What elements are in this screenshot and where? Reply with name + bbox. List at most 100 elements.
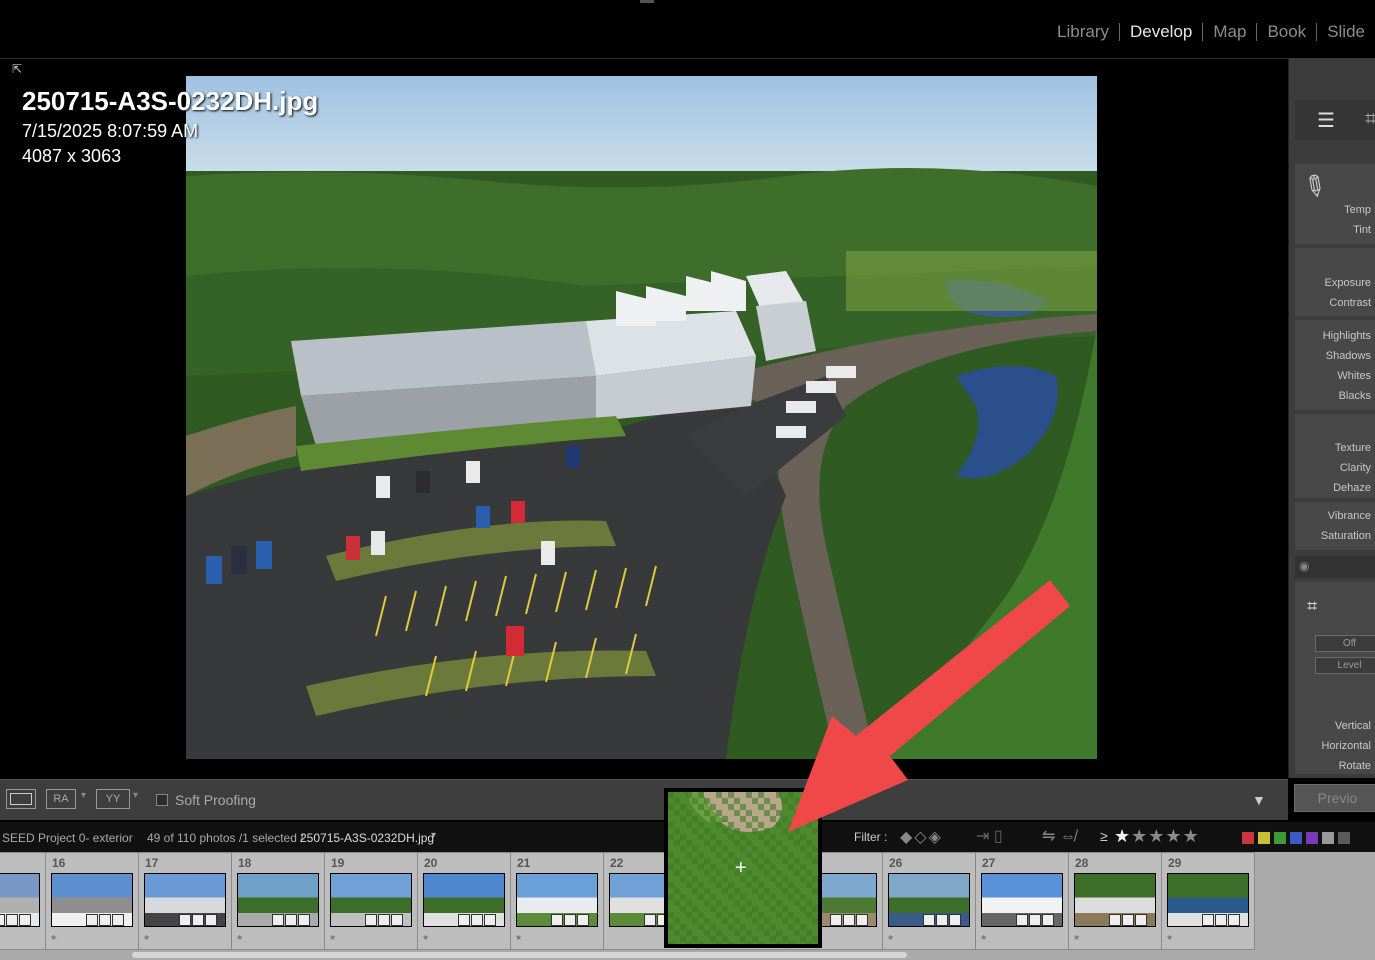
develop-badge-icon[interactable] [949, 914, 961, 926]
metadata-badge-icon[interactable] [6, 914, 18, 926]
loupe-view-button[interactable] [6, 789, 36, 809]
filmstrip-cell[interactable]: 16 ★ [45, 852, 139, 950]
tint-label: Tint [1353, 224, 1371, 236]
previous-button[interactable]: Previo [1294, 784, 1375, 812]
develop-badge-icon[interactable] [205, 914, 217, 926]
keyword-badge-icon[interactable] [0, 914, 5, 926]
keyword-badge-icon[interactable] [644, 914, 656, 926]
keyword-badge-icon[interactable] [830, 914, 842, 926]
filmstrip-cell[interactable]: 26 ★ [882, 852, 976, 950]
transform-section: ⌗ Off Level Vertical Horizontal Rotate [1295, 582, 1375, 774]
rating-star[interactable]: ★ [1148, 826, 1165, 846]
rating-filter-stars[interactable]: ★★★★★ [1114, 826, 1200, 847]
chevron-down-icon[interactable]: ▾ [431, 830, 436, 841]
filmstrip-cell[interactable]: 27 ★ [975, 852, 1069, 950]
filmstrip-source[interactable]: SEED Project 0- exterior [2, 831, 133, 845]
upright-level-button[interactable]: Level [1315, 657, 1375, 674]
metadata-badge-icon[interactable] [192, 914, 204, 926]
metadata-badge-icon[interactable] [471, 914, 483, 926]
before-after-button[interactable]: RA [46, 789, 76, 809]
filmstrip-cell[interactable]: 29 ★ [1161, 852, 1255, 950]
tab-slideshow[interactable]: Slide [1317, 22, 1375, 42]
develop-badge-icon[interactable] [112, 914, 124, 926]
develop-badge-icon[interactable] [856, 914, 868, 926]
chevron-down-icon[interactable]: ▾ [133, 790, 138, 801]
filmstrip-scrollbar[interactable] [132, 952, 907, 958]
cell-rating-star: ★ [1073, 933, 1081, 942]
tab-library[interactable]: Library [1047, 22, 1119, 42]
develop-badge-icon[interactable] [391, 914, 403, 926]
cell-number: 18 [238, 856, 252, 870]
keyword-badge-icon[interactable] [923, 914, 935, 926]
develop-badge-icon[interactable] [19, 914, 31, 926]
metadata-badge-icon[interactable] [843, 914, 855, 926]
crop-icon[interactable]: ⌗ [1365, 108, 1375, 131]
metadata-badge-icon[interactable] [378, 914, 390, 926]
module-picker-bar: Library Develop Map Book Slide [0, 0, 1375, 59]
panel-collapse-icon[interactable]: ⇱ [12, 62, 22, 76]
blacks-label: Blacks [1338, 390, 1371, 402]
keyword-badge-icon[interactable] [458, 914, 470, 926]
eye-icon[interactable]: ◉ [1299, 559, 1309, 573]
keyword-badge-icon[interactable] [1202, 914, 1214, 926]
filmstrip-cell[interactable]: 21 ★ [510, 852, 604, 950]
develop-badge-icon[interactable] [1135, 914, 1147, 926]
cell-number: 16 [52, 856, 66, 870]
rating-star[interactable]: ★ [1114, 826, 1131, 846]
top-panel-toggle[interactable] [640, 0, 654, 3]
filmstrip-cell[interactable]: 17 ★ [138, 852, 232, 950]
metadata-badge-icon[interactable] [1215, 914, 1227, 926]
metadata-badge-icon[interactable] [1122, 914, 1134, 926]
color-label-filter[interactable] [1257, 831, 1271, 845]
cell-number: 22 [610, 856, 624, 870]
soft-proofing-checkbox[interactable] [156, 794, 168, 806]
saturation-label: Saturation [1320, 530, 1371, 542]
develop-badge-icon[interactable] [298, 914, 310, 926]
rating-star[interactable]: ★ [1131, 826, 1148, 846]
rating-star[interactable]: ★ [1183, 826, 1200, 846]
color-label-filter[interactable] [1337, 831, 1351, 845]
color-label-filter[interactable] [1305, 831, 1319, 845]
develop-badge-icon[interactable] [484, 914, 496, 926]
metadata-badge-icon[interactable] [99, 914, 111, 926]
metadata-badge-icon[interactable] [564, 914, 576, 926]
tab-book[interactable]: Book [1257, 22, 1316, 42]
info-capture-date: 7/15/2025 8:07:59 AM [22, 121, 199, 141]
before-after-split-button[interactable]: YY [96, 789, 130, 809]
metadata-badge-icon[interactable] [936, 914, 948, 926]
filmstrip-current-file[interactable]: 250715-A3S-0232DH.jpg [300, 831, 434, 845]
upright-off-button[interactable]: Off [1315, 635, 1375, 652]
filmstrip-cell[interactable]: 18 ★ [231, 852, 325, 950]
keyword-badge-icon[interactable] [365, 914, 377, 926]
toolbar-options-icon[interactable]: ▼ [1252, 792, 1266, 808]
keyword-badge-icon[interactable] [86, 914, 98, 926]
filmstrip-cell[interactable]: 19 ★ [324, 852, 418, 950]
color-label-filter[interactable] [1321, 831, 1335, 845]
filmstrip-cell[interactable]: ★ [0, 852, 46, 950]
keyword-badge-icon[interactable] [551, 914, 563, 926]
keyword-badge-icon[interactable] [272, 914, 284, 926]
develop-badge-icon[interactable] [1042, 914, 1054, 926]
color-label-filter[interactable] [1273, 831, 1287, 845]
transform-crop-icon[interactable]: ⌗ [1307, 596, 1317, 617]
develop-badge-icon[interactable] [1228, 914, 1240, 926]
tab-develop[interactable]: Develop [1120, 22, 1202, 42]
rating-comparator[interactable]: ≥ [1100, 828, 1108, 844]
filmstrip-count: 49 of 110 photos /1 selected / [147, 831, 304, 845]
metadata-badge-icon[interactable] [1029, 914, 1041, 926]
filmstrip-cell[interactable]: 20 ★ [417, 852, 511, 950]
tab-map[interactable]: Map [1203, 22, 1256, 42]
shadows-label: Shadows [1325, 350, 1371, 362]
keyword-badge-icon[interactable] [1109, 914, 1121, 926]
keyword-badge-icon[interactable] [179, 914, 191, 926]
develop-badge-icon[interactable] [577, 914, 589, 926]
rating-star[interactable]: ★ [1165, 826, 1182, 846]
metadata-badge-icon[interactable] [285, 914, 297, 926]
color-label-filter[interactable] [1289, 831, 1303, 845]
sliders-icon[interactable]: ☰ [1317, 108, 1335, 133]
color-label-filter[interactable] [1241, 831, 1255, 845]
filmstrip-cell[interactable]: 28 ★ [1068, 852, 1162, 950]
chevron-down-icon[interactable]: ▾ [81, 790, 86, 801]
eyedropper-icon[interactable]: ✎ [1296, 166, 1334, 206]
keyword-badge-icon[interactable] [1016, 914, 1028, 926]
